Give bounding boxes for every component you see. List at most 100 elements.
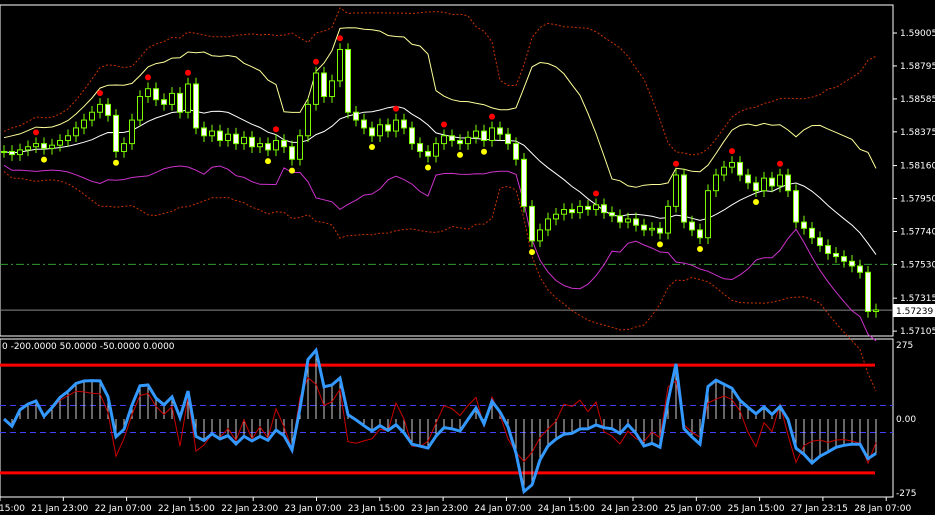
time-tick-label: 21 Jan 15:00: [0, 504, 25, 514]
candle-body: [761, 177, 767, 192]
candle-body: [841, 256, 847, 262]
candle-body: [617, 215, 623, 223]
candle-body: [57, 139, 63, 146]
fractal-low-dot: [369, 144, 375, 151]
candle-body: [65, 135, 71, 141]
fractal-low-dot: [753, 198, 759, 205]
candle-body: [849, 260, 855, 267]
candle-body: [641, 224, 647, 231]
price-chart[interactable]: 1.59005 1.58795 1.58585 1.58375 1.58160 1.579…: [0, 0, 935, 515]
candle-body: [705, 190, 711, 239]
current-price-label: 1.57239: [896, 307, 933, 317]
candle-body: [169, 92, 175, 105]
fractal-low-dot: [529, 249, 535, 256]
candle-body: [777, 174, 783, 187]
candle-body: [41, 143, 47, 149]
candle-body: [9, 150, 15, 156]
candle-body: [417, 143, 423, 152]
candle-body: [809, 227, 815, 239]
candle-body: [721, 166, 727, 176]
indicator-tick-label: -275: [896, 489, 916, 499]
time-tick-label: 22 Jan 23:00: [221, 504, 278, 514]
candle-body: [457, 139, 463, 145]
fractal-high-dot: [441, 121, 447, 128]
candle-body: [137, 96, 143, 121]
candle-body: [273, 139, 279, 151]
candle-body: [537, 229, 543, 242]
candle-body: [297, 135, 303, 160]
candle-body: [489, 127, 495, 141]
fractal-low-dot: [113, 159, 119, 166]
candle-body: [113, 114, 119, 152]
candle-body: [305, 103, 311, 137]
candle-body: [153, 88, 159, 101]
time-tick-label: 27 Jan 23:15: [791, 504, 848, 514]
candle-body: [313, 72, 319, 105]
candle-body: [825, 245, 831, 254]
candle-body: [393, 119, 399, 132]
indicator-label: 0 -200.0000 50.0000 -50.0000 0.0000: [2, 342, 175, 352]
candle-body: [873, 309, 879, 312]
candle-body: [1, 150, 7, 153]
candle-body: [801, 221, 807, 229]
time-tick-label: 24 Jan 23:00: [601, 504, 658, 514]
candle-body: [257, 143, 263, 148]
fractal-high-dot: [337, 35, 343, 42]
candle-body: [569, 209, 575, 214]
indicator-tick-label: 0.00: [896, 415, 916, 425]
candle-body: [481, 130, 487, 141]
indicator-tick-label: 275: [896, 341, 913, 351]
fractal-low-dot: [481, 148, 487, 155]
time-tick-label: 23 Jan 23:00: [411, 504, 468, 514]
fractal-high-dot: [273, 126, 279, 133]
candle-body: [793, 190, 799, 223]
candle-body: [441, 135, 447, 145]
candle-body: [769, 177, 775, 187]
candle-body: [209, 130, 215, 137]
candle-body: [361, 119, 367, 129]
price-tick-label: 1.58795: [900, 62, 935, 72]
candle-body: [289, 146, 295, 160]
candle-body: [49, 144, 55, 149]
candle-body: [497, 127, 503, 135]
candle-body: [577, 205, 583, 214]
candle-body: [465, 136, 471, 145]
candle-body: [121, 143, 127, 152]
candle-body: [385, 124, 391, 132]
candle-body: [449, 135, 455, 141]
fractal-high-dot: [729, 148, 735, 155]
candle-body: [745, 174, 751, 184]
candle-body: [593, 204, 599, 211]
candle-body: [81, 119, 87, 129]
fractal-high-dot: [489, 113, 495, 120]
candle-body: [681, 174, 687, 223]
candle-body: [369, 127, 375, 137]
candle-body: [33, 143, 39, 148]
price-tick-label: 1.57315: [900, 294, 935, 304]
time-tick-label: 23 Jan 07:00: [285, 504, 342, 514]
candle-body: [105, 103, 111, 116]
fractal-high-dot: [33, 129, 39, 136]
candle-body: [729, 161, 735, 168]
candle-body: [377, 124, 383, 137]
candle-body: [753, 182, 759, 192]
candle-body: [649, 227, 655, 231]
price-tick-label: 1.59005: [900, 29, 935, 39]
candle-body: [337, 48, 343, 82]
candle-body: [185, 83, 191, 113]
candle-body: [697, 229, 703, 239]
candle-body: [585, 205, 591, 211]
time-tick-label: 25 Jan 07:00: [664, 504, 721, 514]
candle-body: [865, 271, 871, 312]
candle-body: [233, 133, 239, 145]
candle-body: [17, 149, 23, 156]
candle-body: [833, 252, 839, 258]
candle-body: [249, 136, 255, 148]
candle-body: [785, 174, 791, 192]
fractal-low-dot: [697, 246, 703, 253]
candle-body: [545, 218, 551, 231]
price-tick-label: 1.57530: [900, 260, 935, 270]
price-tick-label: 1.57105: [900, 327, 935, 337]
candle-body: [321, 72, 327, 98]
fractal-high-dot: [673, 160, 679, 167]
